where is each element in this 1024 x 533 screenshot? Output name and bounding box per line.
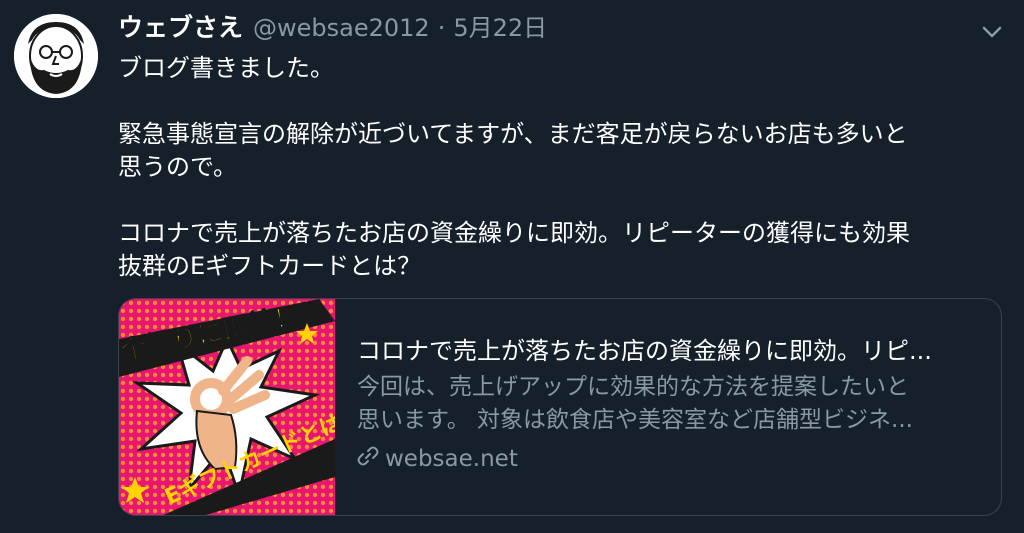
tweet-line-break xyxy=(118,85,998,118)
link-card[interactable]: 金繰りに即効！ Eギフトカードとは コロナで売上が落ちたお店の資金繰りに即効。リ… xyxy=(118,298,1002,516)
tweet-line: 思うので。 xyxy=(118,153,238,181)
card-title: コロナで売上が落ちたお店の資金繰りに即効。リピ... xyxy=(357,337,932,365)
author-handle[interactable]: @websae2012 xyxy=(253,14,430,42)
card-image: 金繰りに即効！ Eギフトカードとは xyxy=(119,299,335,515)
chevron-down-icon[interactable] xyxy=(978,18,1006,46)
card-description-line: 今回は、売上げアップに効果的な方法を提案したいと xyxy=(357,374,909,400)
header-separator: · xyxy=(437,14,446,42)
avatar[interactable] xyxy=(14,14,98,98)
tweet-text: ブログ書きました。 緊急事態宣言の解除が近づいてますが、まだ客足が戻らないお店も… xyxy=(118,52,998,283)
card-domain-text: websae.net xyxy=(385,446,518,472)
tweet-content: ウェブさえ @websae2012 · 5月22日 ブログ書きました。 緊急事態… xyxy=(118,8,998,283)
tweet[interactable]: ウェブさえ @websae2012 · 5月22日 ブログ書きました。 緊急事態… xyxy=(0,0,1024,533)
tweet-line: コロナで売上が落ちたお店の資金繰りに即効。リピーターの獲得にも効果 xyxy=(118,219,910,247)
tweet-line-break xyxy=(118,184,998,217)
tweet-date[interactable]: 5月22日 xyxy=(453,8,547,43)
tweet-line: 抜群のEギフトカードとは？ xyxy=(118,252,422,280)
tweet-line: 緊急事態宣言の解除が近づいてますが、まだ客足が戻らないお店も多いと xyxy=(118,120,908,148)
link-icon xyxy=(357,445,379,473)
avatar-illustration xyxy=(14,14,98,98)
author-name[interactable]: ウェブさえ xyxy=(118,8,243,44)
card-text: コロナで売上が落ちたお店の資金繰りに即効。リピ... 今回は、売上げアップに効果… xyxy=(335,299,1001,515)
tweet-header: ウェブさえ @websae2012 · 5月22日 xyxy=(118,8,998,46)
tweet-line: ブログ書きました。 xyxy=(118,54,334,82)
card-description: 今回は、売上げアップに効果的な方法を提案したいと 思います。 対象は飲食店や美容… xyxy=(357,371,983,437)
card-domain: websae.net xyxy=(357,445,983,473)
card-description-line: 思います。 対象は飲食店や美容室など店舗型ビジネ... xyxy=(357,407,913,433)
